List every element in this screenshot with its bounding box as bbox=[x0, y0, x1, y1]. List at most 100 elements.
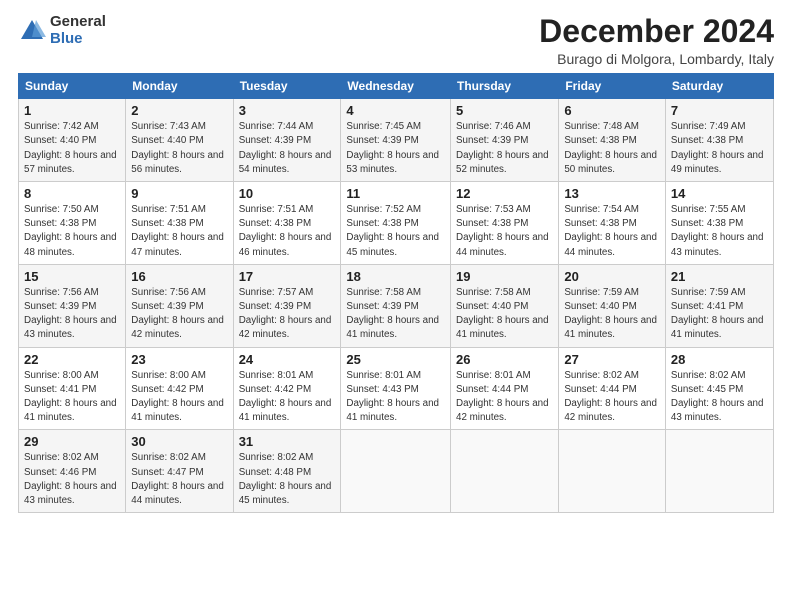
table-row: 21 Sunrise: 7:59 AMSunset: 4:41 PMDaylig… bbox=[665, 264, 773, 347]
day-number: 3 bbox=[239, 103, 336, 118]
day-number: 18 bbox=[346, 269, 445, 284]
table-row: 15 Sunrise: 7:56 AMSunset: 4:39 PMDaylig… bbox=[19, 264, 126, 347]
day-number: 5 bbox=[456, 103, 553, 118]
day-number: 6 bbox=[564, 103, 660, 118]
day-number: 10 bbox=[239, 186, 336, 201]
day-info: Sunrise: 8:02 AMSunset: 4:46 PMDaylight:… bbox=[24, 451, 120, 508]
day-info: Sunrise: 8:00 AMSunset: 4:42 PMDaylight:… bbox=[131, 369, 227, 426]
day-number: 16 bbox=[131, 269, 227, 284]
day-info: Sunrise: 7:52 AMSunset: 4:38 PMDaylight:… bbox=[346, 203, 445, 260]
day-number: 15 bbox=[24, 269, 120, 284]
day-info: Sunrise: 7:51 AMSunset: 4:38 PMDaylight:… bbox=[239, 203, 336, 260]
day-info: Sunrise: 8:02 AMSunset: 4:47 PMDaylight:… bbox=[131, 451, 227, 508]
table-row: 10 Sunrise: 7:51 AMSunset: 4:38 PMDaylig… bbox=[233, 182, 341, 265]
day-number: 31 bbox=[239, 434, 336, 449]
logo-text: General Blue bbox=[50, 14, 106, 47]
day-number: 24 bbox=[239, 352, 336, 367]
day-info: Sunrise: 7:43 AMSunset: 4:40 PMDaylight:… bbox=[131, 120, 227, 177]
day-number: 11 bbox=[346, 186, 445, 201]
day-info: Sunrise: 8:02 AMSunset: 4:45 PMDaylight:… bbox=[671, 369, 768, 426]
table-row: 31 Sunrise: 8:02 AMSunset: 4:48 PMDaylig… bbox=[233, 430, 341, 513]
day-info: Sunrise: 7:55 AMSunset: 4:38 PMDaylight:… bbox=[671, 203, 768, 260]
table-row: 1 Sunrise: 7:42 AMSunset: 4:40 PMDayligh… bbox=[19, 99, 126, 182]
col-sunday: Sunday bbox=[19, 74, 126, 99]
table-row: 4 Sunrise: 7:45 AMSunset: 4:39 PMDayligh… bbox=[341, 99, 451, 182]
col-monday: Monday bbox=[126, 74, 233, 99]
col-saturday: Saturday bbox=[665, 74, 773, 99]
table-row: 20 Sunrise: 7:59 AMSunset: 4:40 PMDaylig… bbox=[559, 264, 666, 347]
table-row: 7 Sunrise: 7:49 AMSunset: 4:38 PMDayligh… bbox=[665, 99, 773, 182]
calendar-table: Sunday Monday Tuesday Wednesday Thursday… bbox=[18, 73, 774, 513]
table-row: 5 Sunrise: 7:46 AMSunset: 4:39 PMDayligh… bbox=[451, 99, 559, 182]
table-row: 22 Sunrise: 8:00 AMSunset: 4:41 PMDaylig… bbox=[19, 347, 126, 430]
day-number: 29 bbox=[24, 434, 120, 449]
calendar-week-row: 22 Sunrise: 8:00 AMSunset: 4:41 PMDaylig… bbox=[19, 347, 774, 430]
logo: General Blue bbox=[18, 14, 106, 47]
col-thursday: Thursday bbox=[451, 74, 559, 99]
day-info: Sunrise: 7:51 AMSunset: 4:38 PMDaylight:… bbox=[131, 203, 227, 260]
table-row: 27 Sunrise: 8:02 AMSunset: 4:44 PMDaylig… bbox=[559, 347, 666, 430]
day-info: Sunrise: 8:00 AMSunset: 4:41 PMDaylight:… bbox=[24, 369, 120, 426]
day-number: 7 bbox=[671, 103, 768, 118]
logo-blue: Blue bbox=[50, 31, 106, 48]
day-info: Sunrise: 7:58 AMSunset: 4:40 PMDaylight:… bbox=[456, 286, 553, 343]
main-title: December 2024 bbox=[539, 14, 774, 49]
calendar-week-row: 15 Sunrise: 7:56 AMSunset: 4:39 PMDaylig… bbox=[19, 264, 774, 347]
day-number: 19 bbox=[456, 269, 553, 284]
table-row: 2 Sunrise: 7:43 AMSunset: 4:40 PMDayligh… bbox=[126, 99, 233, 182]
table-row: 6 Sunrise: 7:48 AMSunset: 4:38 PMDayligh… bbox=[559, 99, 666, 182]
day-info: Sunrise: 8:01 AMSunset: 4:43 PMDaylight:… bbox=[346, 369, 445, 426]
table-row: 24 Sunrise: 8:01 AMSunset: 4:42 PMDaylig… bbox=[233, 347, 341, 430]
day-number: 9 bbox=[131, 186, 227, 201]
day-info: Sunrise: 7:44 AMSunset: 4:39 PMDaylight:… bbox=[239, 120, 336, 177]
day-number: 20 bbox=[564, 269, 660, 284]
table-row bbox=[665, 430, 773, 513]
table-row: 25 Sunrise: 8:01 AMSunset: 4:43 PMDaylig… bbox=[341, 347, 451, 430]
table-row: 23 Sunrise: 8:00 AMSunset: 4:42 PMDaylig… bbox=[126, 347, 233, 430]
table-row: 8 Sunrise: 7:50 AMSunset: 4:38 PMDayligh… bbox=[19, 182, 126, 265]
col-friday: Friday bbox=[559, 74, 666, 99]
day-info: Sunrise: 8:01 AMSunset: 4:42 PMDaylight:… bbox=[239, 369, 336, 426]
day-info: Sunrise: 7:54 AMSunset: 4:38 PMDaylight:… bbox=[564, 203, 660, 260]
table-row: 9 Sunrise: 7:51 AMSunset: 4:38 PMDayligh… bbox=[126, 182, 233, 265]
day-info: Sunrise: 7:59 AMSunset: 4:41 PMDaylight:… bbox=[671, 286, 768, 343]
day-info: Sunrise: 7:45 AMSunset: 4:39 PMDaylight:… bbox=[346, 120, 445, 177]
day-number: 2 bbox=[131, 103, 227, 118]
table-row: 26 Sunrise: 8:01 AMSunset: 4:44 PMDaylig… bbox=[451, 347, 559, 430]
day-number: 23 bbox=[131, 352, 227, 367]
table-row: 28 Sunrise: 8:02 AMSunset: 4:45 PMDaylig… bbox=[665, 347, 773, 430]
table-row bbox=[559, 430, 666, 513]
day-info: Sunrise: 7:56 AMSunset: 4:39 PMDaylight:… bbox=[24, 286, 120, 343]
day-info: Sunrise: 7:50 AMSunset: 4:38 PMDaylight:… bbox=[24, 203, 120, 260]
day-number: 25 bbox=[346, 352, 445, 367]
day-number: 1 bbox=[24, 103, 120, 118]
table-row: 12 Sunrise: 7:53 AMSunset: 4:38 PMDaylig… bbox=[451, 182, 559, 265]
day-info: Sunrise: 7:49 AMSunset: 4:38 PMDaylight:… bbox=[671, 120, 768, 177]
table-row: 11 Sunrise: 7:52 AMSunset: 4:38 PMDaylig… bbox=[341, 182, 451, 265]
subtitle: Burago di Molgora, Lombardy, Italy bbox=[539, 51, 774, 67]
day-number: 13 bbox=[564, 186, 660, 201]
day-info: Sunrise: 8:02 AMSunset: 4:48 PMDaylight:… bbox=[239, 451, 336, 508]
logo-general: General bbox=[50, 14, 106, 31]
day-info: Sunrise: 7:53 AMSunset: 4:38 PMDaylight:… bbox=[456, 203, 553, 260]
day-number: 26 bbox=[456, 352, 553, 367]
header: General Blue December 2024 Burago di Mol… bbox=[18, 14, 774, 67]
table-row: 17 Sunrise: 7:57 AMSunset: 4:39 PMDaylig… bbox=[233, 264, 341, 347]
day-info: Sunrise: 7:58 AMSunset: 4:39 PMDaylight:… bbox=[346, 286, 445, 343]
table-row bbox=[341, 430, 451, 513]
day-info: Sunrise: 7:42 AMSunset: 4:40 PMDaylight:… bbox=[24, 120, 120, 177]
day-number: 21 bbox=[671, 269, 768, 284]
day-info: Sunrise: 7:57 AMSunset: 4:39 PMDaylight:… bbox=[239, 286, 336, 343]
table-row: 13 Sunrise: 7:54 AMSunset: 4:38 PMDaylig… bbox=[559, 182, 666, 265]
calendar-week-row: 8 Sunrise: 7:50 AMSunset: 4:38 PMDayligh… bbox=[19, 182, 774, 265]
table-row: 30 Sunrise: 8:02 AMSunset: 4:47 PMDaylig… bbox=[126, 430, 233, 513]
day-info: Sunrise: 8:01 AMSunset: 4:44 PMDaylight:… bbox=[456, 369, 553, 426]
day-info: Sunrise: 7:56 AMSunset: 4:39 PMDaylight:… bbox=[131, 286, 227, 343]
day-number: 30 bbox=[131, 434, 227, 449]
day-number: 22 bbox=[24, 352, 120, 367]
calendar-week-row: 29 Sunrise: 8:02 AMSunset: 4:46 PMDaylig… bbox=[19, 430, 774, 513]
day-info: Sunrise: 7:48 AMSunset: 4:38 PMDaylight:… bbox=[564, 120, 660, 177]
calendar-header-row: Sunday Monday Tuesday Wednesday Thursday… bbox=[19, 74, 774, 99]
table-row: 3 Sunrise: 7:44 AMSunset: 4:39 PMDayligh… bbox=[233, 99, 341, 182]
table-row: 16 Sunrise: 7:56 AMSunset: 4:39 PMDaylig… bbox=[126, 264, 233, 347]
